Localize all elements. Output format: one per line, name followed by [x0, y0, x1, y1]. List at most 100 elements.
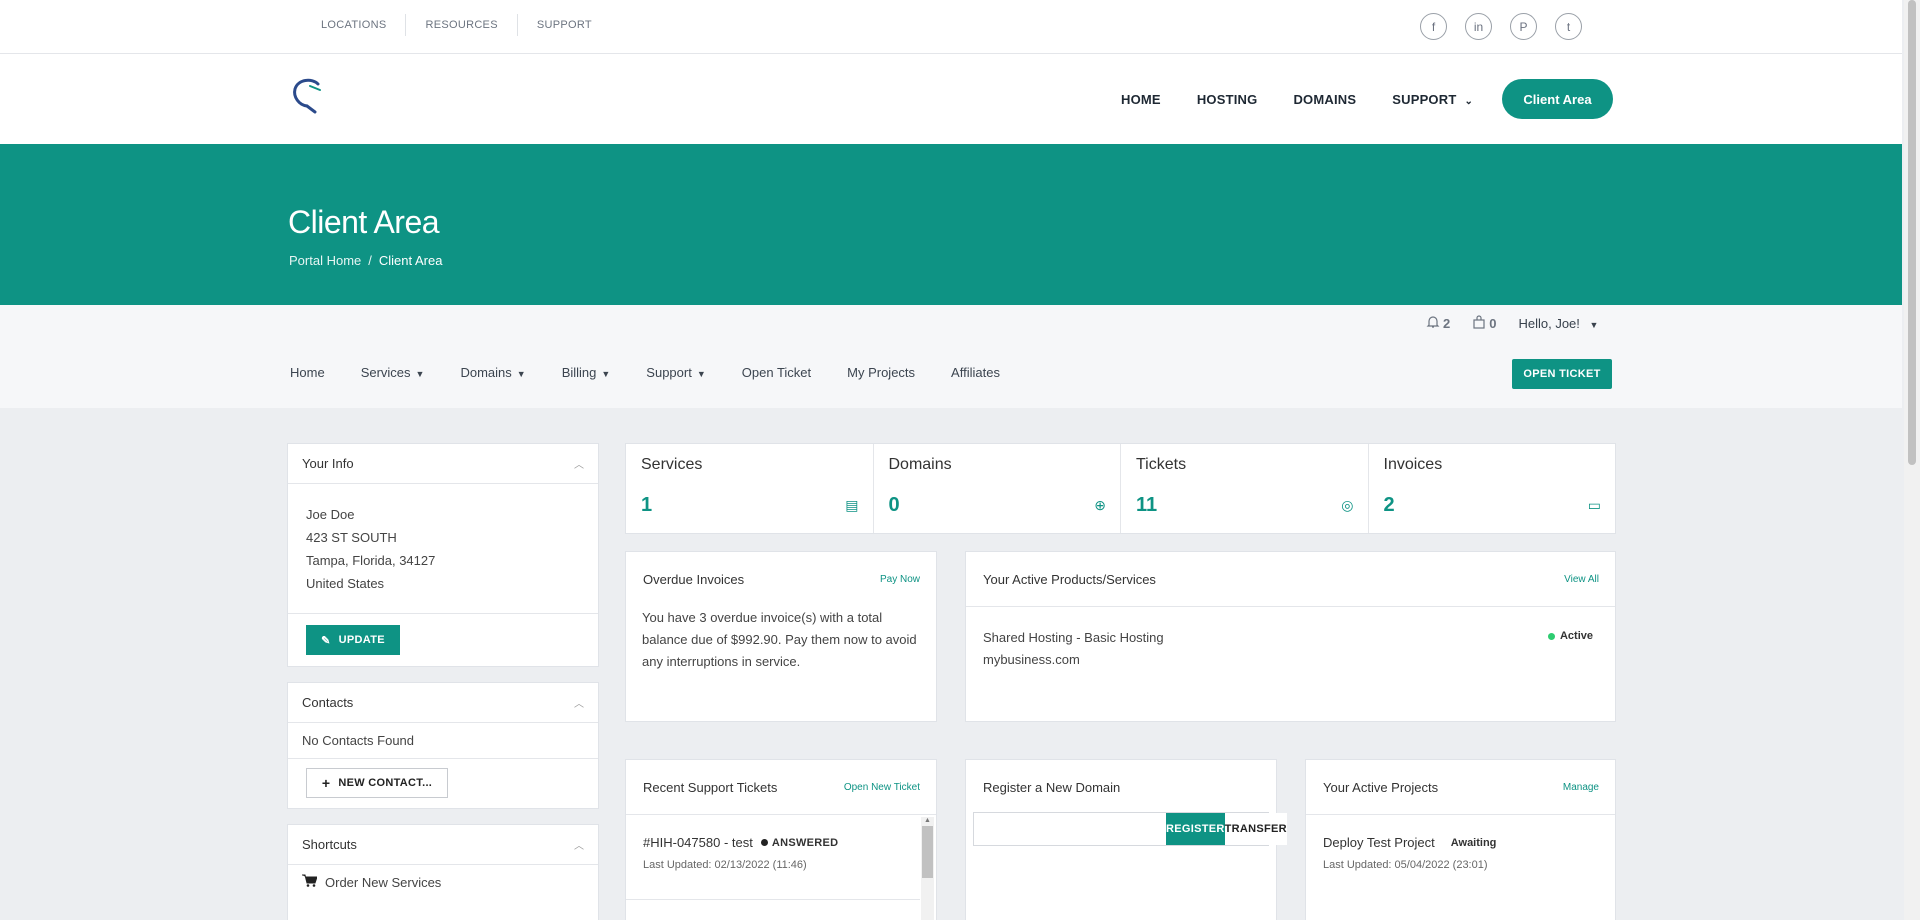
active-products-panel: Your Active Products/Services View All S… — [965, 551, 1616, 722]
twitter-icon[interactable]: t — [1555, 13, 1582, 40]
contacts-panel: Contacts ︿ No Contacts Found + NEW CONTA… — [287, 682, 599, 809]
pencil-icon: ✎ — [321, 634, 331, 647]
top-link-support[interactable]: SUPPORT — [516, 14, 611, 36]
main-nav: HOME HOSTING DOMAINS SUPPORT ⌄ — [1121, 54, 1509, 144]
top-link-resources[interactable]: RESOURCES — [405, 14, 516, 36]
breadcrumb-home[interactable]: Portal Home — [289, 253, 361, 268]
notifications-button[interactable]: 2 — [1426, 315, 1450, 332]
register-domain-header: Register a New Domain — [966, 760, 1276, 815]
register-button[interactable]: REGISTER — [1166, 813, 1225, 845]
open-new-ticket-link[interactable]: Open New Ticket — [844, 782, 920, 793]
contacts-empty: No Contacts Found — [288, 723, 598, 759]
main-header: HOME HOSTING DOMAINS SUPPORT ⌄ Client Are… — [0, 54, 1902, 144]
secnav-my-projects[interactable]: My Projects — [847, 365, 915, 380]
stat-tickets[interactable]: Tickets 11 ◎ — [1121, 444, 1369, 533]
contacts-header[interactable]: Contacts ︿ — [288, 683, 598, 723]
logo-icon[interactable] — [288, 74, 330, 116]
new-contact-button[interactable]: + NEW CONTACT... — [306, 768, 448, 798]
secnav-domains[interactable]: Domains ▼ — [460, 365, 525, 380]
pay-now-link[interactable]: Pay Now — [880, 574, 920, 585]
cart-button[interactable]: 0 — [1472, 315, 1496, 332]
your-info-title: Your Info — [302, 456, 354, 471]
tickets-scrollbar[interactable]: ▲ — [921, 817, 934, 920]
divider — [288, 613, 598, 614]
update-button-label: UPDATE — [338, 634, 385, 646]
your-info-header[interactable]: Your Info ︿ — [288, 444, 598, 484]
ticket-row[interactable]: #HIH-047580 - test ANSWERED Last Updated… — [626, 815, 920, 900]
scroll-up-icon[interactable]: ▲ — [921, 817, 934, 824]
overdue-invoices-text: You have 3 overdue invoice(s) with a tot… — [642, 610, 917, 669]
cart-count: 0 — [1489, 316, 1497, 331]
contacts-title: Contacts — [302, 695, 354, 710]
stat-invoices[interactable]: Invoices 2 ▭ — [1369, 444, 1616, 533]
manage-link[interactable]: Manage — [1563, 782, 1599, 793]
shortcuts-header[interactable]: Shortcuts ︿ — [288, 825, 598, 865]
social-links: f in P t — [1420, 13, 1582, 40]
globe-icon: ⊕ — [1094, 497, 1106, 513]
top-link-locations[interactable]: LOCATIONS — [302, 14, 405, 36]
secnav-billing-label: Billing — [561, 365, 597, 380]
shortcut-order-new-services[interactable]: Order New Services — [288, 865, 598, 899]
stat-label: Invoices — [1383, 456, 1443, 473]
cart-icon — [302, 874, 318, 890]
nav-hosting[interactable]: HOSTING — [1197, 92, 1258, 107]
product-row[interactable]: Shared Hosting - Basic Hosting mybusines… — [966, 607, 1615, 671]
pinterest-icon[interactable]: P — [1510, 13, 1537, 40]
stat-label: Tickets — [1136, 456, 1187, 473]
view-all-link[interactable]: View All — [1564, 574, 1599, 585]
ticket-updated: Last Updated: 02/13/2022 (11:46) — [643, 859, 807, 871]
register-domain-panel: Register a New Domain REGISTER TRANSFER — [965, 759, 1287, 920]
chevron-up-icon[interactable]: ︿ — [574, 695, 584, 710]
scrollbar-thumb[interactable] — [922, 826, 933, 878]
page-scrollbar[interactable] — [1904, 0, 1920, 920]
chevron-up-icon[interactable]: ︿ — [574, 837, 584, 852]
status-badge: Active — [1547, 625, 1593, 647]
client-country: United States — [306, 576, 385, 591]
register-domain-title: Register a New Domain — [983, 780, 1121, 795]
stat-domains[interactable]: Domains 0 ⊕ — [874, 444, 1121, 533]
secnav-billing[interactable]: Billing ▼ — [562, 365, 611, 380]
caret-down-icon: ▼ — [415, 369, 425, 379]
user-menu[interactable]: Hello, Joe! ▼ — [1518, 316, 1598, 331]
client-area-button[interactable]: Client Area — [1502, 79, 1613, 119]
shortcuts-title: Shortcuts — [302, 837, 357, 852]
status-dot-icon — [1547, 632, 1555, 640]
client-address-line1: 423 ST SOUTH — [306, 530, 397, 545]
active-projects-header: Your Active Projects Manage — [1306, 760, 1615, 815]
linkedin-icon[interactable]: in — [1465, 13, 1492, 40]
secnav-support[interactable]: Support ▼ — [646, 365, 705, 380]
transfer-button[interactable]: TRANSFER — [1224, 813, 1287, 845]
stat-value: 0 — [888, 494, 900, 516]
nav-domains[interactable]: DOMAINS — [1293, 92, 1356, 107]
recent-tickets-title: Recent Support Tickets — [643, 779, 778, 795]
stat-label: Domains — [888, 456, 952, 473]
domain-input[interactable] — [974, 813, 1166, 845]
nav-support[interactable]: SUPPORT ⌄ — [1392, 92, 1473, 107]
page-scrollbar-thumb[interactable] — [1908, 0, 1916, 465]
active-products-title: Your Active Products/Services — [983, 571, 1156, 587]
secnav-services[interactable]: Services ▼ — [361, 365, 425, 380]
stats-bar: Services 1 ▤ Domains 0 ⊕ Tickets 11 ◎ In… — [625, 443, 1616, 534]
secnav-open-ticket[interactable]: Open Ticket — [742, 365, 811, 380]
plus-icon: + — [321, 775, 331, 791]
nav-home[interactable]: HOME — [1121, 92, 1161, 107]
secnav-affiliates[interactable]: Affiliates — [951, 365, 1000, 380]
open-ticket-button[interactable]: OPEN TICKET — [1512, 359, 1612, 389]
secnav-services-label: Services — [360, 365, 411, 380]
user-greeting: Hello, Joe! — [1518, 316, 1580, 331]
caret-down-icon: ▼ — [516, 369, 526, 379]
update-button[interactable]: ✎ UPDATE — [306, 625, 400, 655]
shortcut-label: Order New Services — [325, 874, 442, 890]
page-title: Client Area — [288, 204, 440, 240]
stat-services[interactable]: Services 1 ▤ — [626, 444, 874, 533]
product-name: Shared Hosting - Basic Hosting — [983, 630, 1164, 645]
server-icon: ▤ — [845, 497, 859, 513]
secnav-home[interactable]: Home — [290, 365, 325, 380]
project-row[interactable]: Deploy Test Project Awaiting Last Update… — [1306, 815, 1615, 871]
facebook-icon[interactable]: f — [1420, 13, 1447, 40]
caret-down-icon: ▼ — [1589, 320, 1599, 330]
chevron-up-icon[interactable]: ︿ — [574, 456, 584, 471]
active-products-header: Your Active Products/Services View All — [966, 552, 1615, 607]
client-subnav: 2 0 Hello, Joe! ▼ Home Services ▼ Domains… — [0, 305, 1902, 408]
top-links: LOCATIONS RESOURCES SUPPORT — [302, 0, 611, 50]
